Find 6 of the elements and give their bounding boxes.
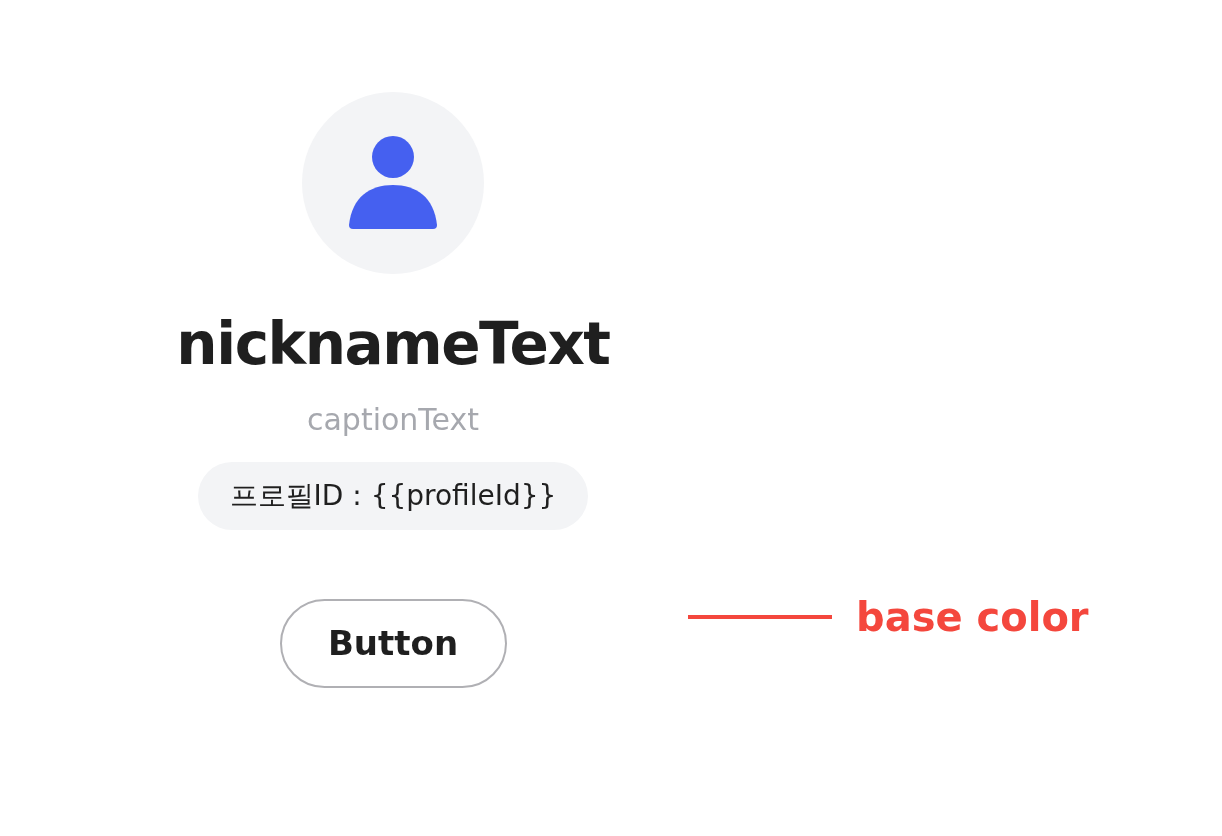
nickname-text: nicknameText <box>176 309 610 380</box>
caption-text: captionText <box>306 401 480 439</box>
profile-id-badge: 프로필ID : {{profileId}} <box>197 462 589 530</box>
person-icon <box>348 135 438 231</box>
action-button[interactable]: Button <box>279 599 507 688</box>
annotation-label: base color <box>856 593 1089 642</box>
